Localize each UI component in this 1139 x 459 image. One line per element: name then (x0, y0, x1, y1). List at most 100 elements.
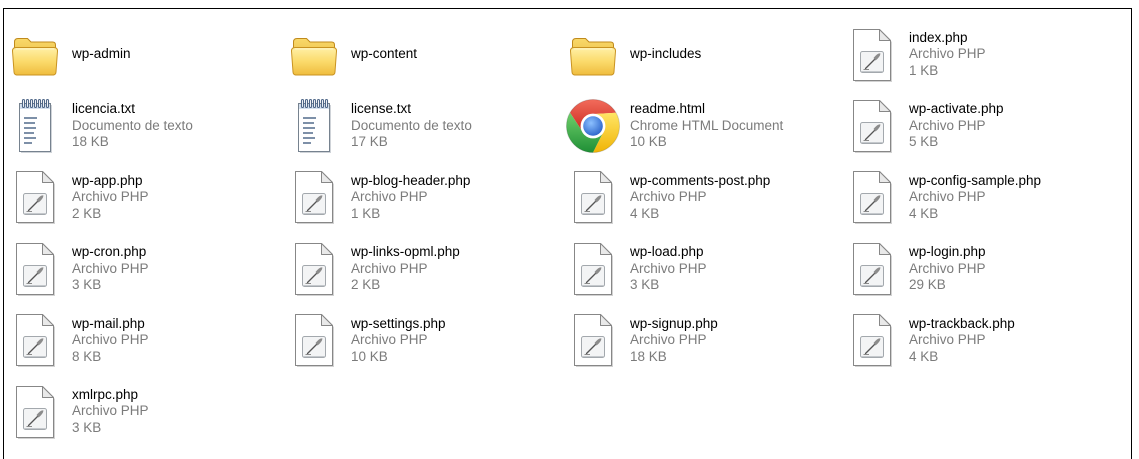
file-item[interactable]: wp-cron.php Archivo PHP 3 KB (6, 233, 285, 304)
file-name[interactable]: wp-links-opml.php (351, 244, 460, 261)
text-file-graphic (298, 99, 331, 154)
folder-icon[interactable] (564, 25, 622, 85)
file-name[interactable]: wp-signup.php (630, 316, 718, 333)
file-item[interactable]: wp-app.php Archivo PHP 2 KB (6, 162, 285, 233)
file-name[interactable]: wp-login.php (909, 244, 986, 261)
folder-item[interactable]: wp-content (285, 19, 564, 90)
file-type: Archivo PHP (72, 189, 149, 205)
file-type: Archivo PHP (72, 260, 149, 276)
folder-item[interactable]: wp-includes (564, 19, 843, 90)
file-type: Archivo PHP (72, 332, 149, 347)
php-file-graphic (16, 314, 55, 368)
file-type: Archivo PHP (909, 117, 986, 133)
file-name[interactable]: wp-settings.php (351, 316, 446, 333)
item-details: wp-cron.php Archivo PHP 3 KB (72, 244, 149, 294)
file-size: 1 KB (909, 62, 939, 78)
file-name[interactable]: wp-app.php (72, 173, 149, 190)
file-size: 3 KB (72, 419, 102, 435)
file-item[interactable]: wp-mail.php Archivo PHP 8 KB (6, 305, 285, 376)
php-file-icon[interactable] (843, 25, 901, 85)
php-file-graphic (16, 171, 55, 225)
file-size: 29 KB (909, 277, 946, 293)
item-details: wp-login.php Archivo PHP 29 KB (909, 244, 986, 294)
file-type: Archivo PHP (630, 189, 707, 205)
file-name[interactable]: index.php (909, 30, 986, 47)
php-file-icon[interactable] (6, 382, 64, 442)
file-item[interactable]: wp-settings.php Archivo PHP 10 KB (285, 305, 564, 376)
item-details: wp-comments-post.php Archivo PHP 4 KB (630, 173, 770, 223)
item-details: wp-admin (72, 46, 131, 63)
file-item[interactable]: wp-load.php Archivo PHP 3 KB (564, 233, 843, 304)
php-file-icon[interactable] (843, 167, 901, 227)
item-details: wp-content (351, 46, 417, 63)
file-item[interactable]: wp-signup.php Archivo PHP 18 KB (564, 305, 843, 376)
item-details: xmlrpc.php Archivo PHP 3 KB (72, 387, 149, 437)
file-name[interactable]: licencia.txt (72, 101, 193, 118)
chrome-icon[interactable] (564, 96, 622, 156)
file-name[interactable]: wp-mail.php (72, 316, 149, 333)
file-type: Archivo PHP (351, 332, 428, 347)
php-file-icon[interactable] (6, 310, 64, 370)
file-item[interactable]: wp-blog-header.php Archivo PHP 1 KB (285, 162, 564, 233)
file-name[interactable]: wp-load.php (630, 244, 707, 261)
file-size: 4 KB (909, 348, 939, 364)
item-details: wp-settings.php Archivo PHP 10 KB (351, 316, 446, 366)
file-item[interactable]: wp-activate.php Archivo PHP 5 KB (843, 90, 1122, 161)
php-file-icon[interactable] (564, 310, 622, 370)
file-name[interactable]: xmlrpc.php (72, 387, 149, 404)
folder-item[interactable]: wp-admin (6, 19, 285, 90)
php-file-graphic (853, 171, 892, 225)
file-size: 10 KB (630, 134, 667, 150)
php-file-icon[interactable] (564, 167, 622, 227)
text-file-icon[interactable] (6, 96, 64, 156)
file-size: 4 KB (630, 205, 660, 221)
file-item[interactable]: wp-login.php Archivo PHP 29 KB (843, 233, 1122, 304)
file-item[interactable]: wp-trackback.php Archivo PHP 4 KB (843, 305, 1122, 376)
folder-name[interactable]: wp-content (351, 46, 417, 63)
folder-icon[interactable] (6, 25, 64, 85)
php-file-icon[interactable] (285, 167, 343, 227)
file-name[interactable]: wp-cron.php (72, 244, 149, 261)
file-item[interactable]: index.php Archivo PHP 1 KB (843, 19, 1122, 90)
file-type: Archivo PHP (351, 260, 428, 276)
file-item[interactable]: licencia.txt Documento de texto 18 KB (6, 90, 285, 161)
chrome-graphic (566, 99, 620, 154)
file-item[interactable]: xmlrpc.php Archivo PHP 3 KB (6, 376, 285, 447)
file-name[interactable]: wp-blog-header.php (351, 173, 470, 190)
file-size: 4 KB (909, 205, 939, 221)
php-file-graphic (295, 242, 334, 296)
php-file-icon[interactable] (843, 310, 901, 370)
file-item[interactable]: readme.html Chrome HTML Document 10 KB (564, 90, 843, 161)
folder-name[interactable]: wp-admin (72, 46, 131, 63)
file-size: 8 KB (72, 348, 102, 364)
text-file-icon[interactable] (285, 96, 343, 156)
file-name[interactable]: wp-activate.php (909, 101, 1004, 118)
file-name[interactable]: wp-comments-post.php (630, 173, 770, 190)
php-file-icon[interactable] (564, 239, 622, 299)
file-name[interactable]: wp-config-sample.php (909, 173, 1041, 190)
file-item[interactable]: wp-links-opml.php Archivo PHP 2 KB (285, 233, 564, 304)
folder-name[interactable]: wp-includes (630, 46, 701, 63)
file-name[interactable]: readme.html (630, 101, 783, 118)
file-name[interactable]: license.txt (351, 101, 472, 118)
item-details: license.txt Documento de texto 17 KB (351, 101, 472, 151)
file-name[interactable]: wp-trackback.php (909, 316, 1015, 333)
folder-icon[interactable] (285, 25, 343, 85)
file-item[interactable]: wp-config-sample.php Archivo PHP 4 KB (843, 162, 1122, 233)
file-item[interactable]: wp-comments-post.php Archivo PHP 4 KB (564, 162, 843, 233)
php-file-graphic (574, 314, 613, 368)
php-file-icon[interactable] (843, 239, 901, 299)
item-details: wp-signup.php Archivo PHP 18 KB (630, 316, 718, 366)
php-file-icon[interactable] (6, 167, 64, 227)
php-file-icon[interactable] (285, 239, 343, 299)
php-file-icon[interactable] (843, 96, 901, 156)
file-type: Archivo PHP (909, 260, 986, 276)
php-file-icon[interactable] (6, 239, 64, 299)
php-file-graphic (295, 314, 334, 368)
file-type: Chrome HTML Document (630, 117, 784, 133)
file-item[interactable]: license.txt Documento de texto 17 KB (285, 90, 564, 161)
php-file-icon[interactable] (285, 310, 343, 370)
php-file-graphic (16, 385, 55, 439)
file-type: Documento de texto (72, 117, 193, 133)
item-details: wp-trackback.php Archivo PHP 4 KB (909, 316, 1015, 366)
